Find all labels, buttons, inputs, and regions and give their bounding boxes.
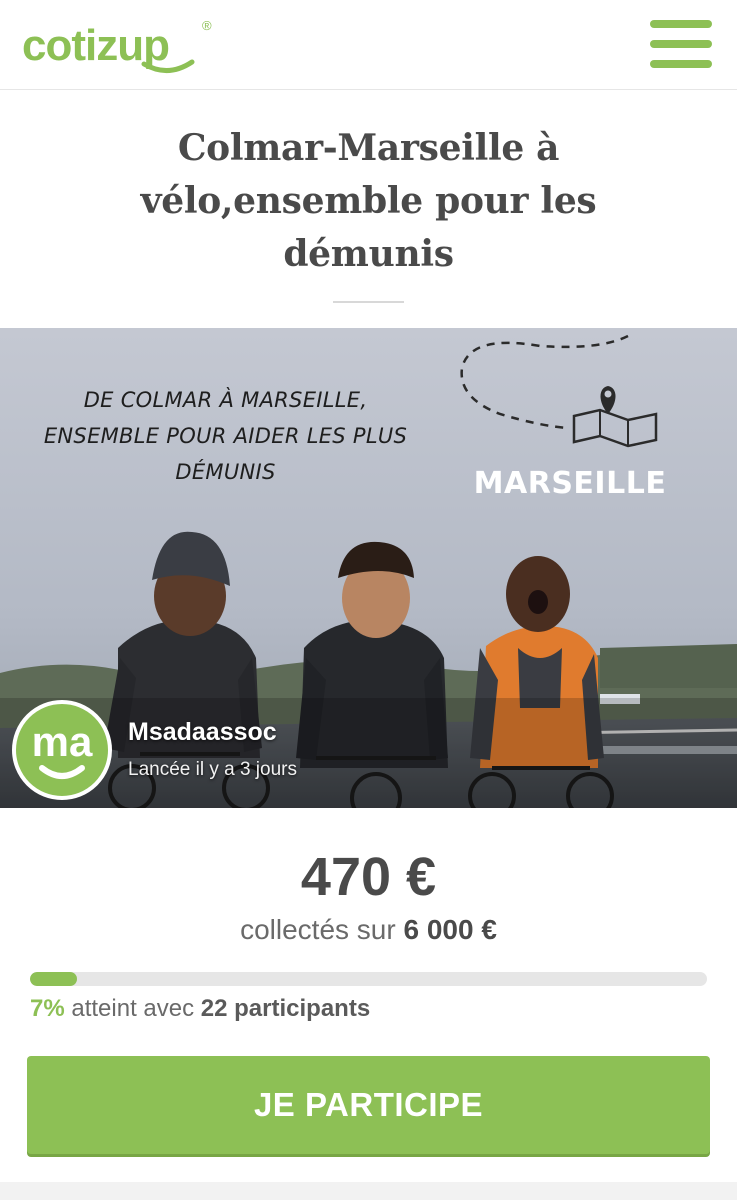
goal-prefix: collectés sur [240, 914, 396, 945]
participants-count: 22 participants [200, 995, 371, 1022]
city-label: MARSEILLE [473, 466, 667, 501]
progress-stats: 7% atteint avec 22 participants [30, 995, 370, 1023]
svg-text:cotizup: cotizup [22, 21, 169, 70]
footer-strip [0, 1182, 737, 1200]
stats-middle: atteint avec [71, 995, 195, 1022]
top-header: cotizup ® [0, 0, 737, 90]
title-divider [333, 301, 404, 303]
launch-date: Lancée il y a 3 jours [128, 759, 297, 780]
banner-text: DE COLMAR À MARSEILLE, ENSEMBLE POUR AID… [43, 388, 408, 484]
organizer-name[interactable]: Msadaassoc [128, 718, 277, 747]
progress-bar [30, 972, 707, 986]
organizer-avatar[interactable]: ma [12, 700, 112, 800]
svg-text:®: ® [202, 18, 212, 33]
cotizup-logo[interactable]: cotizup ® [22, 12, 222, 76]
progress-fill [30, 972, 78, 986]
collected-amount: 470 € [300, 847, 437, 907]
goal-amount: 6 000 € [403, 914, 497, 945]
hamburger-menu-icon[interactable] [650, 20, 712, 68]
goal-text: collectés sur 6 000 € [0, 914, 737, 946]
svg-text:ma: ma [32, 718, 93, 765]
participate-button[interactable]: JE PARTICIPE [27, 1056, 710, 1154]
campaign-title: Colmar-Marseille à vélo,ensemble pour le… [140, 127, 597, 275]
percent-reached: 7% [30, 995, 65, 1022]
